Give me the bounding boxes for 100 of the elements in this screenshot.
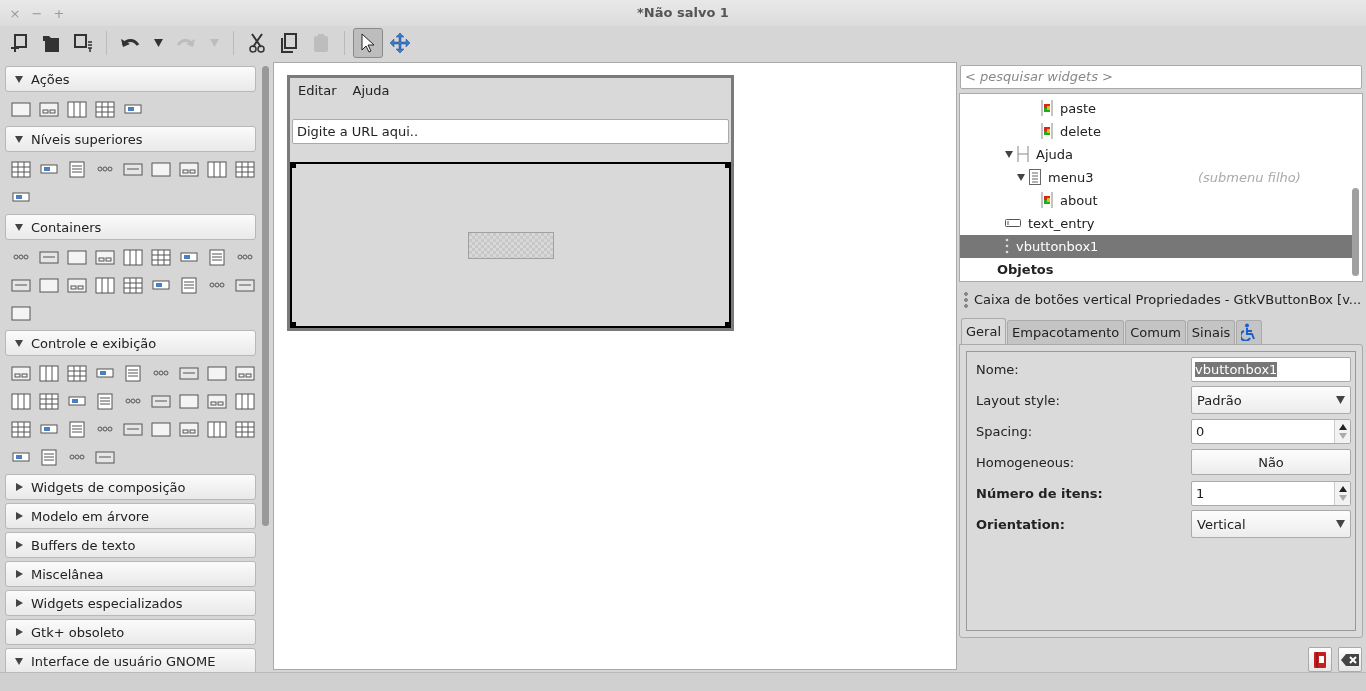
palette-group-header[interactable]: Buffers de texto [5, 532, 256, 558]
widget-icon[interactable] [11, 276, 31, 294]
tree-row[interactable]: vbuttonbox1 [960, 234, 1354, 258]
widget-icon[interactable] [39, 448, 59, 466]
menu-item[interactable]: Ajuda [352, 82, 390, 98]
widget-icon[interactable] [123, 276, 143, 294]
widget-icon[interactable] [123, 248, 143, 266]
palette-group-header[interactable]: Gtk+ obsoleto [5, 619, 256, 645]
tree-row[interactable]: delete [960, 119, 1354, 143]
widget-icon[interactable] [151, 392, 171, 410]
widget-icon[interactable] [207, 420, 227, 438]
widget-icon[interactable] [11, 304, 31, 322]
property-label: Orientation: [976, 516, 1066, 532]
widget-icon[interactable] [39, 364, 59, 382]
property-label: Layout style: [976, 392, 1060, 408]
widget-icon[interactable] [67, 420, 87, 438]
combo-box[interactable]: Vertical [1191, 510, 1351, 539]
widget-icon[interactable] [11, 420, 31, 438]
widget-icon[interactable] [179, 392, 199, 410]
palette-group-header[interactable]: Interface de usuário GNOME [5, 648, 256, 672]
expander-icon [1017, 173, 1025, 182]
widget-icon[interactable] [67, 100, 87, 118]
palette-group-header[interactable]: Ações [5, 66, 256, 92]
tab[interactable]: Geral [961, 317, 1006, 344]
combo-box[interactable]: Padrão [1191, 386, 1351, 415]
properties-title: Caixa de botões vertical Propriedades - GtkVButtonBox [v... [974, 292, 1362, 308]
tab[interactable]: Sinais [1186, 319, 1236, 344]
tree-row[interactable]: paste [960, 96, 1354, 120]
widget-icon[interactable] [235, 420, 255, 438]
palette-group-header[interactable]: Níveis superiores [5, 126, 256, 152]
tree-row[interactable]: Ajuda [960, 142, 1354, 166]
widget-icon[interactable] [95, 392, 115, 410]
widget-icon[interactable] [67, 248, 87, 266]
widget-icon[interactable] [235, 276, 255, 294]
widget-icon[interactable] [123, 420, 143, 438]
widget-icon[interactable] [235, 392, 255, 410]
palette-group-header[interactable]: Modelo em árvore [5, 503, 256, 529]
widget-icon[interactable] [207, 392, 227, 410]
palette-group-header[interactable]: Containers [5, 214, 256, 240]
toggle-button[interactable]: Não [1191, 449, 1351, 476]
widget-icon[interactable] [123, 160, 143, 178]
tree-row[interactable]: about [960, 188, 1354, 212]
widget-icon[interactable] [39, 248, 59, 266]
spin-field[interactable]: 0 [1191, 418, 1351, 444]
toolbar-button[interactable] [353, 28, 383, 58]
name-field[interactable]: vbuttonbox1 [1191, 356, 1351, 382]
tab[interactable]: Comum [1125, 319, 1186, 344]
url-field[interactable]: Digite a URL aqui.. [292, 119, 729, 144]
widget-icon[interactable] [235, 364, 255, 382]
widget-icon[interactable] [179, 364, 199, 382]
widget-icon[interactable] [11, 100, 31, 118]
widget-icon[interactable] [39, 100, 59, 118]
collapsed-icon [15, 541, 23, 549]
widget-icon[interactable] [39, 276, 59, 294]
search-field[interactable]: < pesquisar widgets > [960, 65, 1362, 89]
widget-icon[interactable] [95, 276, 115, 294]
widget-icon[interactable] [179, 276, 199, 294]
widget-icon[interactable] [235, 160, 255, 178]
palette-group-header[interactable]: Miscelânea [5, 561, 256, 587]
scrollbar-thumb[interactable] [1352, 187, 1359, 276]
tree-row[interactable]: text_entry [960, 211, 1354, 235]
up-arrow-icon[interactable] [1338, 423, 1347, 430]
widget-icon[interactable] [179, 420, 199, 438]
palette-group-header[interactable]: Widgets de composição [5, 474, 256, 500]
menu-item[interactable]: Editar [298, 82, 337, 98]
up-arrow-icon[interactable] [1338, 485, 1347, 492]
widget-icon[interactable] [11, 392, 31, 410]
palette-group-header[interactable]: Controle e exibição [5, 330, 256, 356]
widget-icon[interactable] [67, 364, 87, 382]
widget-icon[interactable] [207, 364, 227, 382]
button-box[interactable] [290, 162, 731, 328]
folder-icon [41, 33, 61, 53]
scrollbar-thumb[interactable] [262, 66, 269, 526]
widget-icon[interactable] [151, 160, 171, 178]
widget-icon[interactable] [95, 248, 115, 266]
window-title: *Não salvo 1 [637, 5, 729, 20]
widget-icon[interactable] [151, 420, 171, 438]
tree-row[interactable]: menu3 (submenu filho) [960, 165, 1354, 189]
caret-icon [153, 39, 163, 47]
widget-icon[interactable] [95, 100, 115, 118]
widget-icon[interactable] [67, 160, 87, 178]
clear-button[interactable] [1338, 647, 1362, 672]
collapsed-icon [15, 628, 23, 636]
widget-icon[interactable] [11, 160, 31, 178]
caret-icon [1336, 396, 1345, 405]
widget-icon[interactable] [207, 248, 227, 266]
menu-item-icon [1041, 191, 1053, 210]
widget-icon[interactable] [95, 448, 115, 466]
spin-field[interactable]: 1 [1191, 480, 1351, 506]
widget-icon[interactable] [151, 248, 171, 266]
tab[interactable]: Empacotamento [1007, 319, 1125, 344]
widget-icon[interactable] [11, 364, 31, 382]
widget-icon[interactable] [207, 160, 227, 178]
tab[interactable] [1236, 319, 1263, 344]
palette-group-header[interactable]: Widgets especializados [5, 590, 256, 616]
docs-button[interactable] [1308, 647, 1332, 672]
widget-icon[interactable] [39, 392, 59, 410]
widget-icon[interactable] [123, 364, 143, 382]
widget-icon[interactable] [67, 276, 87, 294]
widget-icon[interactable] [179, 160, 199, 178]
